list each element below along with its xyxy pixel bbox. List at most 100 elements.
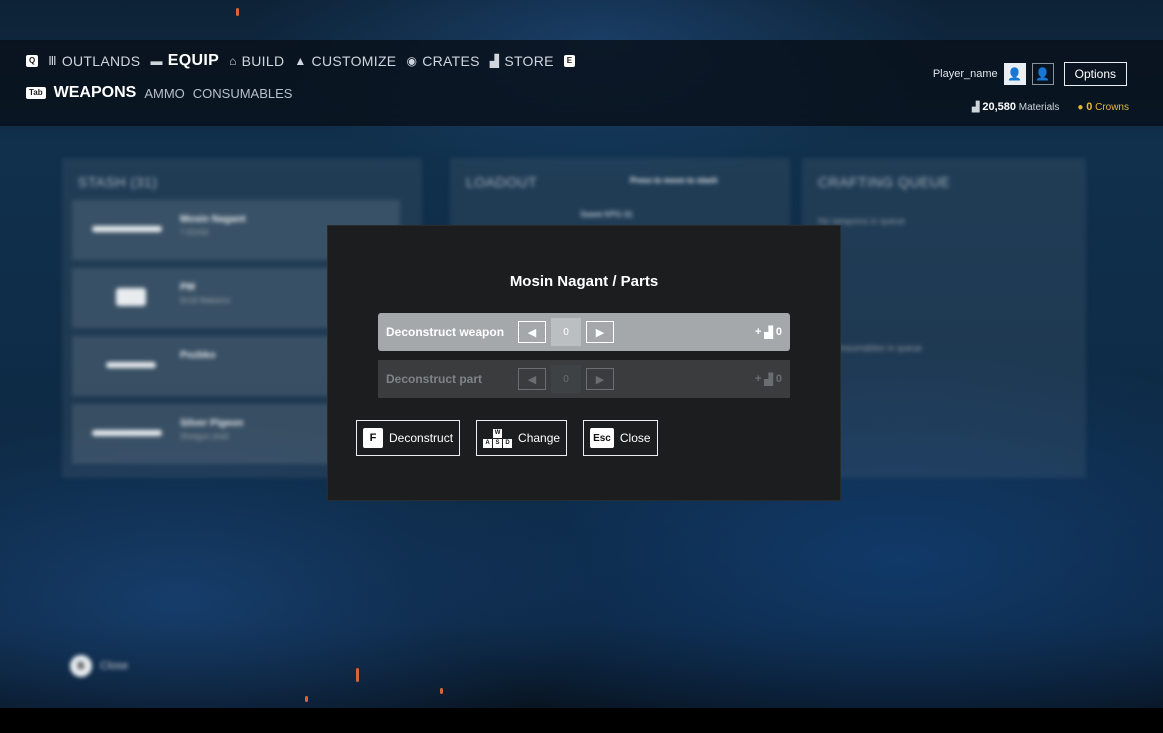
key-esc-hint: Esc xyxy=(590,428,614,448)
shotgun-icon xyxy=(92,430,162,436)
deconstruct-part-label: Deconstruct part xyxy=(386,372,483,386)
ember-particle xyxy=(305,696,308,702)
key-w: W xyxy=(493,428,503,438)
pistol-icon xyxy=(116,288,146,306)
dialog-actions: F Deconstruct W A S D Change Esc Close xyxy=(356,420,658,456)
stash-item-name: Pozbko xyxy=(180,350,216,361)
tab-weapons[interactable]: WEAPONS xyxy=(54,84,137,102)
crowns-value: 0 xyxy=(1086,101,1093,113)
materials-icon: ▟ xyxy=(971,102,980,113)
ammo-icon: Ⅲ xyxy=(48,54,57,68)
bottom-letterbox xyxy=(0,708,1163,733)
stash-item-sub: Shotgun shell xyxy=(180,432,229,441)
weapon-quantity-value: 0 xyxy=(551,318,581,346)
footer-close-label: Close xyxy=(100,660,129,672)
gain-prefix: + xyxy=(754,326,762,338)
player-name: Player_name xyxy=(932,68,998,80)
decrease-button[interactable]: ◀ xyxy=(518,368,546,390)
key-b-hint: B xyxy=(70,655,92,677)
deconstruct-weapon-label: Deconstruct weapon xyxy=(386,325,505,339)
nav-outlands[interactable]: Ⅲ OUTLANDS xyxy=(48,53,140,69)
weapon-materials-gain: + ▟ 0 xyxy=(755,326,782,339)
crate-icon: ◉ xyxy=(406,54,418,68)
nav-customize[interactable]: ▲ CUSTOMIZE xyxy=(294,53,396,69)
gain-value: 0 xyxy=(775,373,782,385)
stash-item-name: Silver Pigeon xyxy=(180,418,244,429)
jacket-icon: ▲ xyxy=(294,54,307,68)
crafting-panel: CRAFTING QUEUE No weapons in queue No co… xyxy=(802,158,1086,478)
close-button[interactable]: Esc Close xyxy=(583,420,658,456)
nav-outlands-label: OUTLANDS xyxy=(61,53,141,69)
stash-item-name: PM xyxy=(180,282,195,293)
nav-customize-label: CUSTOMIZE xyxy=(311,53,397,69)
materials-label: Materials xyxy=(1018,102,1060,113)
nav-equip[interactable]: ▬ EQUIP xyxy=(150,52,219,70)
materials-icon: ▟ xyxy=(764,373,773,386)
ember-particle xyxy=(440,688,443,694)
gain-prefix: + xyxy=(754,373,762,385)
dialog-title: Mosin Nagant / Parts xyxy=(509,273,659,290)
ember-particle xyxy=(236,8,239,16)
wasd-keys-icon: W A S D xyxy=(483,428,513,448)
deconstruct-part-row[interactable]: Deconstruct part ◀ 0 ▶ + ▟ 0 xyxy=(378,360,790,398)
rifle-icon xyxy=(92,226,162,232)
stash-title: STASH (31) xyxy=(78,174,158,190)
sub-nav: Tab WEAPONS AMMO CONSUMABLES xyxy=(26,84,292,102)
increase-button[interactable]: ▶ xyxy=(586,368,614,390)
nav-build-label: BUILD xyxy=(241,53,285,69)
ember-particle xyxy=(356,668,359,682)
materials-counter: ▟ 20,580 Materials xyxy=(972,101,1060,113)
chest-icon: ▬ xyxy=(150,54,163,68)
change-button-label: Change xyxy=(518,431,561,445)
materials-value: 20,580 xyxy=(982,101,1016,113)
deconstruct-button[interactable]: F Deconstruct xyxy=(356,420,461,456)
crafting-empty: No weapons in queue xyxy=(818,216,906,226)
stash-item-name: Mosin Nagant xyxy=(180,214,246,225)
tab-consumables[interactable]: CONSUMABLES xyxy=(193,86,293,101)
weapon-icon xyxy=(106,362,156,368)
weapon-quantity-stepper: ◀ 0 ▶ xyxy=(518,318,614,346)
deconstruct-button-label: Deconstruct xyxy=(389,431,454,445)
nav-store-label: STORE xyxy=(504,53,554,69)
close-button-label: Close xyxy=(619,431,651,445)
stash-item-sub: 7.62x54 xyxy=(180,228,209,237)
nav-crates-label: CRATES xyxy=(422,53,480,69)
party-slot-icon[interactable]: 👤 xyxy=(1031,63,1054,85)
loadout-title: LOADOUT xyxy=(466,174,538,190)
materials-icon: ▟ xyxy=(764,326,773,339)
decrease-button[interactable]: ◀ xyxy=(518,321,546,343)
game-screen: Q Ⅲ OUTLANDS ▬ EQUIP ⌂ BUILD ▲ CUSTOMIZE… xyxy=(0,0,1163,733)
key-tab-hint: Tab xyxy=(26,87,46,99)
increase-button[interactable]: ▶ xyxy=(586,321,614,343)
nav-store[interactable]: ▟ STORE xyxy=(490,53,554,69)
nav-build[interactable]: ⌂ BUILD xyxy=(229,53,284,69)
nav-crates[interactable]: ◉ CRATES xyxy=(406,53,479,69)
gain-value: 0 xyxy=(775,326,782,338)
player-profile-icon[interactable]: 👤 xyxy=(1003,63,1026,85)
loadout-hint: Press to move to stash xyxy=(630,176,718,185)
player-area: Player_name 👤 👤 Options xyxy=(933,62,1127,86)
key-q-hint: Q xyxy=(26,55,39,67)
main-nav: Q Ⅲ OUTLANDS ▬ EQUIP ⌂ BUILD ▲ CUSTOMIZE… xyxy=(26,52,576,70)
key-a: A xyxy=(483,438,493,448)
footer-close[interactable]: B Close xyxy=(70,655,128,677)
key-d: D xyxy=(503,438,513,448)
tab-ammo[interactable]: AMMO xyxy=(144,86,184,101)
options-button[interactable]: Options xyxy=(1063,62,1127,86)
part-quantity-stepper: ◀ 0 ▶ xyxy=(518,365,614,393)
stash-item-sub: 9x18 Makarov xyxy=(180,296,231,305)
part-quantity-value: 0 xyxy=(551,365,581,393)
crafting-title: CRAFTING QUEUE xyxy=(818,174,951,190)
key-s: S xyxy=(493,438,503,448)
house-icon: ⌂ xyxy=(229,54,237,68)
loadout-slot[interactable]: Sweet KPG-31 xyxy=(580,210,633,219)
crowns-icon: ● xyxy=(1077,102,1084,113)
change-button[interactable]: W A S D Change xyxy=(476,420,568,456)
key-f-hint: F xyxy=(363,428,383,448)
nav-equip-label: EQUIP xyxy=(167,52,220,69)
crowns-label: Crowns xyxy=(1095,102,1129,113)
currency-display: ▟ 20,580 Materials ● 0 Crowns xyxy=(972,101,1129,113)
store-icon: ▟ xyxy=(489,54,500,68)
key-e-hint: E xyxy=(563,55,576,67)
deconstruct-weapon-row[interactable]: Deconstruct weapon ◀ 0 ▶ + ▟ 0 xyxy=(378,313,790,351)
